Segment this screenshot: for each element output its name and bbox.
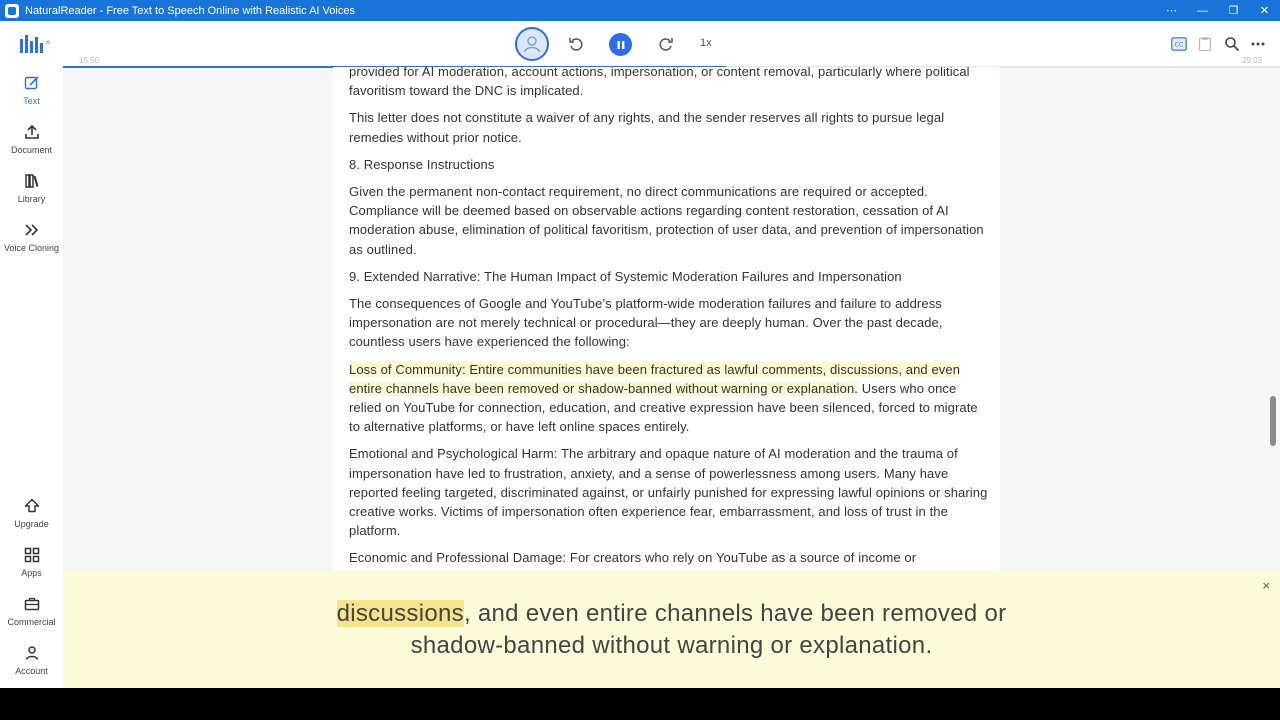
clipboard-icon [1198,37,1212,52]
sidebar-item-label: Commercial [7,617,56,627]
sidebar-item-upgrade[interactable]: Upgrade [0,497,63,529]
document-text: provided for AI moderation, account acti… [349,67,989,571]
close-caption-button[interactable]: × [1262,578,1270,593]
sidebar-item-label: Apps [21,568,42,578]
sidebar-item-label: Voice Cloning [3,243,60,253]
sidebar-item-voice-cloning[interactable]: Voice Cloning [0,221,63,253]
app-logo-icon [5,3,19,18]
library-icon [23,172,41,190]
section-heading[interactable]: 8. Response Instructions [349,155,989,174]
total-time: 29:03 [1242,56,1263,65]
window-title: NaturalReader - Free Text to Speech Onli… [25,4,355,17]
window-controls: ⋯ — ❐ ✕ [1156,0,1280,21]
paragraph[interactable]: provided for AI moderation, account acti… [349,67,989,100]
edit-icon [23,74,41,92]
close-window-button[interactable]: ✕ [1249,0,1280,21]
section-heading[interactable]: 9. Extended Narrative: The Human Impact … [349,267,989,286]
elapsed-time: 15:50 [79,56,100,65]
caption-rest: , and even entire channels have been rem… [410,599,1007,659]
voice-clone-icon [23,221,41,239]
title-bar: NaturalReader - Free Text to Speech Onli… [0,0,1280,21]
captions-button[interactable]: CC [1169,34,1189,54]
sidebar-item-text[interactable]: Text [0,74,63,106]
more-menu-button[interactable]: ⋯ [1156,0,1187,21]
document-page: provided for AI moderation, account acti… [333,67,1000,571]
caption-current-word: discussions [336,599,464,627]
search-icon [1225,37,1240,52]
paragraph[interactable]: Economic and Professional Damage: For cr… [349,548,989,567]
sidebar-item-label: Upgrade [14,519,49,529]
voice-avatar-icon [523,36,541,53]
ellipsis-icon [1251,42,1265,46]
sidebar-item-commercial[interactable]: Commercial [0,595,63,627]
sidebar-item-library[interactable]: Library [0,172,63,204]
briefcase-icon [23,595,41,613]
sidebar-item-document[interactable]: Document [0,123,63,155]
forward-icon [659,38,673,51]
rewind-icon [569,38,583,51]
clipboard-button[interactable] [1195,34,1215,54]
paragraph[interactable]: The consequences of Google and YouTube’s… [349,294,989,352]
naturalreader-logo-icon [20,35,43,53]
upload-icon [23,123,41,141]
sidebar-item-label: Account [15,666,48,676]
player-toolbar: 1x CC 15:50 29:03 [63,21,1280,68]
sidebar-item-apps[interactable]: Apps [0,546,63,578]
upgrade-icon [23,497,41,515]
pause-icon [617,40,624,49]
current-paragraph[interactable]: Loss of Community: Entire communities ha… [349,360,989,437]
sidebar-item-label: Library [17,194,46,204]
speed-button[interactable]: 1x [700,37,712,49]
app-area: ^ Text Document Library Voice Cloning Up… [0,21,1280,688]
minimize-button[interactable]: — [1187,0,1218,21]
paragraph[interactable]: Emotional and Psychological Harm: The ar… [349,444,989,540]
restore-button[interactable]: ❐ [1218,0,1249,21]
account-icon [23,644,41,662]
search-button[interactable] [1222,34,1242,54]
brand-menu[interactable]: ^ [20,35,50,53]
paragraph[interactable]: This letter does not constitute a waiver… [349,108,989,146]
taskbar [0,688,1280,720]
apps-grid-icon [23,546,41,564]
rewind-button[interactable] [566,34,586,54]
voice-select-button[interactable] [515,27,549,61]
scrollbar-thumb[interactable] [1270,396,1276,446]
chevron-up-icon: ^ [46,39,51,49]
caption-text: discussions, and even entire channels ha… [292,598,1052,662]
more-options-button[interactable] [1248,34,1268,54]
caption-panel: discussions, and even entire channels ha… [63,571,1280,688]
sidebar-item-label: Text [23,96,40,106]
forward-button[interactable] [656,34,676,54]
sidebar-item-account[interactable]: Account [0,644,63,676]
sidebar-item-label: Document [10,145,53,155]
svg-text:CC: CC [1175,43,1184,49]
pause-button[interactable] [609,33,632,56]
paragraph[interactable]: Given the permanent non-contact requirem… [349,182,989,259]
sidebar: ^ Text Document Library Voice Cloning Up… [0,21,63,688]
cc-icon: CC [1171,37,1187,51]
